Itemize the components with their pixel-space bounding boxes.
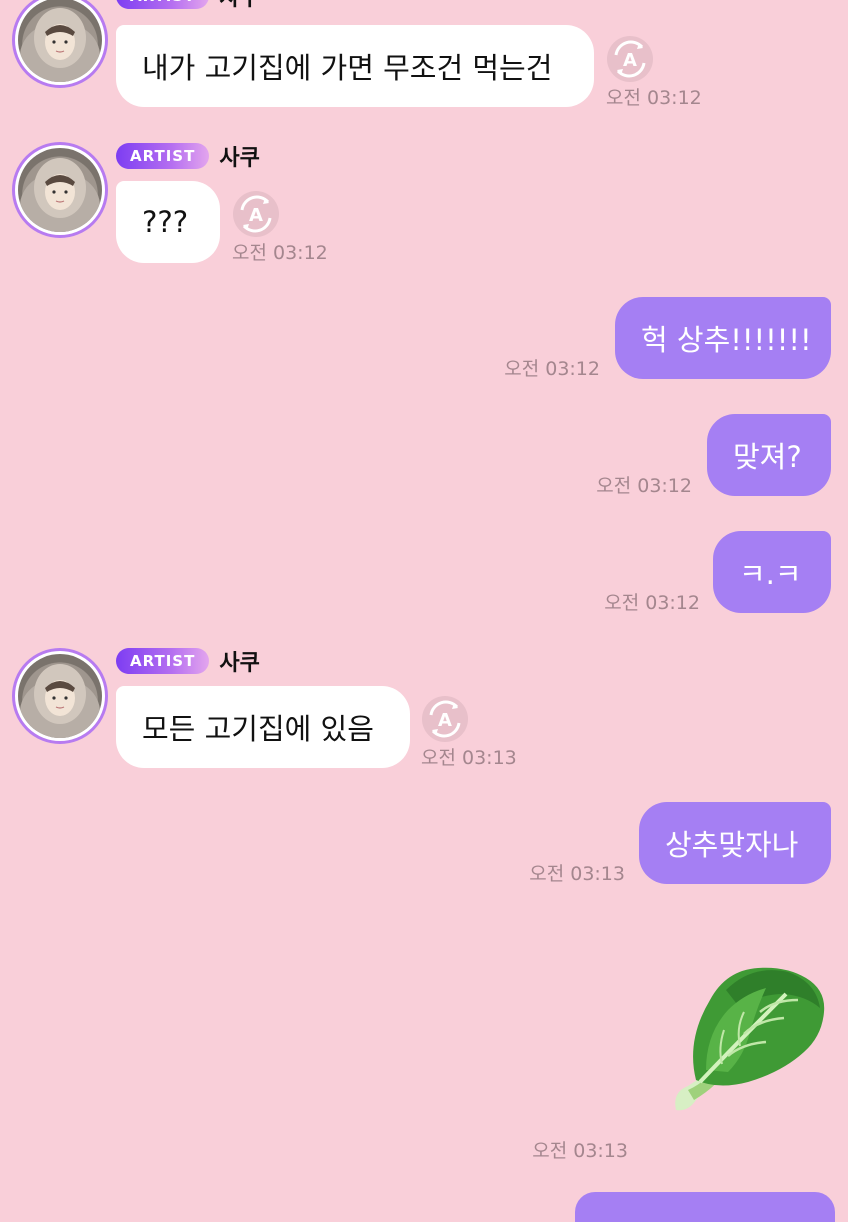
incoming-message-bubble[interactable]: 모든 고기집에 있음 bbox=[116, 686, 410, 768]
artist-badge: ARTIST bbox=[116, 648, 210, 674]
artist-avatar[interactable] bbox=[12, 0, 108, 88]
outgoing-message-bubble[interactable]: 헉 상추!!!!!!! bbox=[615, 297, 831, 379]
message-text: 맞져? bbox=[733, 440, 802, 474]
svg-text:A: A bbox=[249, 205, 263, 226]
message-text: 상추맞자나 bbox=[665, 828, 799, 862]
message-timestamp: 오전 03:12 bbox=[606, 87, 702, 109]
artist-avatar[interactable] bbox=[12, 142, 108, 238]
artist-badge: ARTIST bbox=[116, 0, 210, 9]
translate-icon[interactable]: A bbox=[421, 695, 469, 743]
sender-name: 사쿠 bbox=[219, 146, 260, 171]
sender-row: ARTIST 사쿠 bbox=[116, 142, 260, 171]
message-timestamp: 오전 03:12 bbox=[596, 475, 692, 497]
avatar-photo bbox=[18, 0, 102, 82]
sender-name: 사쿠 bbox=[219, 0, 259, 12]
translate-icon[interactable]: A bbox=[232, 190, 280, 238]
message-timestamp: 오전 03:13 bbox=[532, 1140, 628, 1162]
incoming-message-bubble[interactable]: 내가 고기집에 가면 무조건 먹는건 bbox=[116, 25, 594, 107]
sender-name: 사쿠 bbox=[219, 651, 260, 676]
artist-badge: ARTIST bbox=[116, 143, 210, 169]
incoming-message-bubble[interactable]: ??? bbox=[116, 181, 220, 263]
avatar-photo bbox=[18, 654, 102, 738]
message-text: ??? bbox=[142, 205, 189, 239]
outgoing-message-bubble[interactable]: 상추맞자나 bbox=[639, 802, 831, 884]
avatar-photo bbox=[18, 148, 102, 232]
message-text: 내가 고기집에 가면 무조건 먹는건 bbox=[142, 51, 553, 85]
lettuce-emoji-message[interactable] bbox=[666, 960, 832, 1120]
message-timestamp: 오전 03:12 bbox=[504, 358, 600, 380]
translate-icon[interactable]: A bbox=[606, 35, 654, 83]
message-timestamp: 오전 03:13 bbox=[529, 863, 625, 885]
message-timestamp: 오전 03:12 bbox=[232, 242, 328, 264]
message-timestamp: 오전 03:12 bbox=[604, 592, 700, 614]
message-text: ㅋ.ㅋ bbox=[739, 557, 802, 591]
message-text: 모든 고기집에 있음 bbox=[142, 712, 374, 746]
message-timestamp: 오전 03:13 bbox=[421, 747, 517, 769]
lettuce-icon bbox=[675, 967, 825, 1111]
svg-text:A: A bbox=[623, 50, 637, 71]
outgoing-message-bubble[interactable]: ㅋ.ㅋ bbox=[713, 531, 831, 613]
artist-avatar[interactable] bbox=[12, 648, 108, 744]
next-message-bubble-edge bbox=[575, 1192, 835, 1222]
chat-thread[interactable]: ARTIST 사쿠 내가 고기집에 가면 무조건 먹는건 A 오전 03:12 bbox=[0, 0, 848, 1222]
svg-text:A: A bbox=[438, 710, 452, 731]
sender-row: ARTIST 사쿠 bbox=[116, 0, 260, 12]
message-text: 헉 상추!!!!!!! bbox=[641, 323, 812, 357]
outgoing-message-bubble[interactable]: 맞져? bbox=[707, 414, 831, 496]
sender-row: ARTIST 사쿠 bbox=[116, 647, 260, 676]
